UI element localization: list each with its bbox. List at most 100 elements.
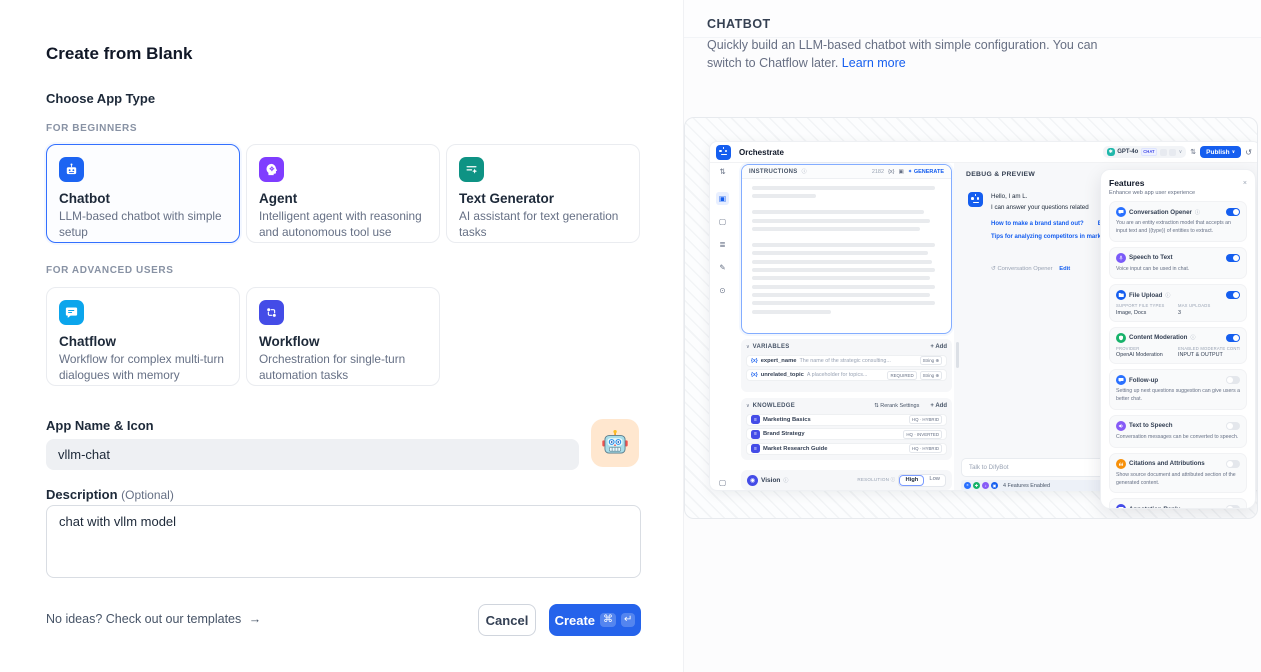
meta-value: OpenAI Moderation xyxy=(1116,352,1178,358)
feature-card-citations[interactable]: Citations and Attributions Show source d… xyxy=(1109,453,1247,494)
tune-icon[interactable]: ⇅ xyxy=(1190,148,1196,156)
variable-type-badge: String ⊕ xyxy=(920,371,942,380)
add-knowledge-button[interactable]: + Add xyxy=(930,403,947,409)
vision-label: Vision xyxy=(761,477,780,484)
add-variable-button[interactable]: + Add xyxy=(930,344,947,350)
enter-key-icon: ↵ xyxy=(621,613,635,627)
feature-card-file-upload[interactable]: File Upload ⓘ SUPPORT FILE TYPESImage, D… xyxy=(1109,284,1247,322)
app-type-card-text-generator[interactable]: Text Generator AI assistant for text gen… xyxy=(446,144,640,243)
feature-card-content-moderation[interactable]: Content Moderation ⓘ PROVIDEROpenAI Mode… xyxy=(1109,327,1247,365)
app-type-card-workflow[interactable]: Workflow Orchestration for single-turn a… xyxy=(246,287,440,386)
feature-card-speech-to-text[interactable]: Speech to Text Voice input can be used i… xyxy=(1109,247,1247,280)
feature-card-text-to-speech[interactable]: Text to Speech Conversation messages can… xyxy=(1109,415,1247,448)
chevron-down-icon: ∨ xyxy=(1179,149,1183,155)
feature-card-annotation-reply[interactable]: Annotation Reply xyxy=(1109,498,1247,509)
chat-input[interactable]: Talk to DifyBot xyxy=(961,458,1123,477)
templates-link[interactable]: No ideas? Check out our templates → xyxy=(46,612,261,626)
app-name-input[interactable] xyxy=(46,439,579,470)
feature-toggle[interactable] xyxy=(1226,254,1240,262)
model-selector-chip[interactable]: ✱ GPT-4o CHAT ∨ xyxy=(1103,146,1187,158)
rail-prompt-icon[interactable]: ▣ xyxy=(716,192,729,205)
knowledge-row[interactable]: ≡ Brand Strategy HQ · INVERTED xyxy=(746,428,947,440)
description-textarea[interactable]: chat with vllm model xyxy=(46,505,641,578)
feature-label: Speech to Text xyxy=(1129,254,1173,261)
mini-bot-face xyxy=(968,192,983,207)
card-desc: Intelligent agent with reasoning and aut… xyxy=(259,209,427,240)
knowledge-name: Marketing Basics xyxy=(763,417,906,423)
mini-features-panel: Features × Enhance web app user experien… xyxy=(1100,169,1256,509)
microphone-icon xyxy=(1116,253,1126,263)
variables-icon[interactable]: {x} xyxy=(888,169,894,175)
preview-panel: CHATBOT Quickly build an LLM-based chatb… xyxy=(684,0,1261,672)
model-mode-badge: CHAT xyxy=(1141,148,1157,156)
card-desc: Orchestration for single-turn automation… xyxy=(259,352,427,383)
features-enabled-count: 4 Features Enabled xyxy=(1003,483,1050,489)
variable-row[interactable]: {x} unrelated_topic A placeholder for to… xyxy=(746,369,947,381)
generate-button[interactable]: ✦ GENERATE xyxy=(908,169,944,175)
model-name: GPT-4o xyxy=(1117,149,1138,155)
feature-toggle[interactable] xyxy=(1226,505,1240,509)
feature-toggle[interactable] xyxy=(1226,376,1240,384)
skeleton-line xyxy=(752,203,941,206)
edit-opener-link[interactable]: Edit xyxy=(1059,266,1070,272)
question-text: Tips for analyzing competitors in market xyxy=(991,234,1106,240)
close-icon[interactable]: × xyxy=(1243,180,1247,187)
rail-edit-icon[interactable]: ✎ xyxy=(716,261,729,274)
document-icon: ≡ xyxy=(751,444,760,453)
feature-toggle[interactable] xyxy=(1226,460,1240,468)
feature-desc: Show source document and attributed sect… xyxy=(1116,472,1240,488)
app-type-card-chatbot[interactable]: Chatbot LLM-based chatbot with simple se… xyxy=(46,144,240,243)
mini-variables-section: ∨ VARIABLES + Add {x} expert_name The na… xyxy=(741,339,952,392)
learn-more-link[interactable]: Learn more xyxy=(842,56,906,70)
feature-label: Conversation Opener xyxy=(1129,209,1192,216)
rail-help-icon[interactable]: ⊙ xyxy=(716,284,729,297)
rail-orchestrate-icon[interactable]: ⇅ xyxy=(716,165,729,178)
chat-dots-icon xyxy=(1116,375,1126,385)
card-title: Workflow xyxy=(259,334,427,349)
feature-toggle[interactable] xyxy=(1226,334,1240,342)
knowledge-row[interactable]: ≡ Marketing Basics HQ · HYBRID xyxy=(746,414,947,426)
mini-scrollbar-thumb[interactable] xyxy=(956,342,959,368)
features-enabled-bar: ❝ ✚ ♪ ▣ 4 Features Enabled xyxy=(961,480,1123,491)
knowledge-badge: HQ · INVERTED xyxy=(903,430,942,439)
generate-label: GENERATE xyxy=(914,169,944,175)
feature-toggle[interactable] xyxy=(1226,208,1240,216)
mini-vision-row: ◉ Vision ⓘ RESOLUTION ⓘ High Low xyxy=(741,470,952,490)
copy-icon[interactable]: ▣ xyxy=(899,169,904,175)
caret-down-icon[interactable]: ∨ xyxy=(746,403,750,409)
mini-left-rail: ⇅ ▣ ▢ ≣ ✎ ⊙ ▢ xyxy=(710,163,736,490)
resolution-low-option[interactable]: Low xyxy=(924,475,945,486)
skeleton-line xyxy=(752,251,928,255)
feature-card-conversation-opener[interactable]: Conversation Opener ⓘ You are an entity … xyxy=(1109,201,1247,242)
rerank-settings-button[interactable]: ⇅ Rerank Settings xyxy=(874,403,919,409)
mini-topbar: Orchestrate ✱ GPT-4o CHAT ∨ ⇅ Publish xyxy=(710,142,1258,163)
variable-desc: A placeholder for topics... xyxy=(807,372,885,378)
cmd-key-icon: ⌘ xyxy=(600,613,616,627)
history-icon[interactable]: ↺ xyxy=(1245,148,1252,157)
rail-docs-icon[interactable]: ≣ xyxy=(716,238,729,251)
feature-desc: You are an entity extraction model that … xyxy=(1116,220,1240,236)
feature-desc: Conversation messages can be converted t… xyxy=(1116,434,1240,442)
app-icon-picker[interactable] xyxy=(591,419,639,467)
feature-card-follow-up[interactable]: Follow-up Setting up next questions sugg… xyxy=(1109,369,1247,410)
app-type-card-agent[interactable]: Agent Intelligent agent with reasoning a… xyxy=(246,144,440,243)
feature-toggle[interactable] xyxy=(1226,291,1240,299)
feature-toggle[interactable] xyxy=(1226,422,1240,430)
instructions-label: INSTRUCTIONS xyxy=(749,169,798,175)
variable-row[interactable]: {x} expert_name The name of the strategi… xyxy=(746,355,947,367)
publish-button[interactable]: Publish ∨ xyxy=(1200,146,1241,158)
rail-collapse-icon[interactable]: ▢ xyxy=(716,476,729,489)
feature-label: Annotation Reply xyxy=(1129,506,1180,509)
cancel-button[interactable]: Cancel xyxy=(478,604,536,636)
knowledge-row[interactable]: ≡ Market Research Guide HQ · HYBRID xyxy=(746,443,947,455)
app-type-card-chatflow[interactable]: Chatflow Workflow for complex multi-turn… xyxy=(46,287,240,386)
rail-image-icon[interactable]: ▢ xyxy=(716,215,729,228)
create-button[interactable]: Create ⌘ ↵ xyxy=(549,604,641,636)
variable-name: expert_name xyxy=(761,358,797,364)
caret-down-icon[interactable]: ∨ xyxy=(746,344,750,350)
resolution-high-option[interactable]: High xyxy=(899,475,924,486)
card-desc: LLM-based chatbot with simple setup xyxy=(59,209,227,240)
description-optional-text: (Optional) xyxy=(121,488,174,502)
chatbot-icon xyxy=(59,157,84,182)
feature-label: File Upload xyxy=(1129,292,1162,299)
